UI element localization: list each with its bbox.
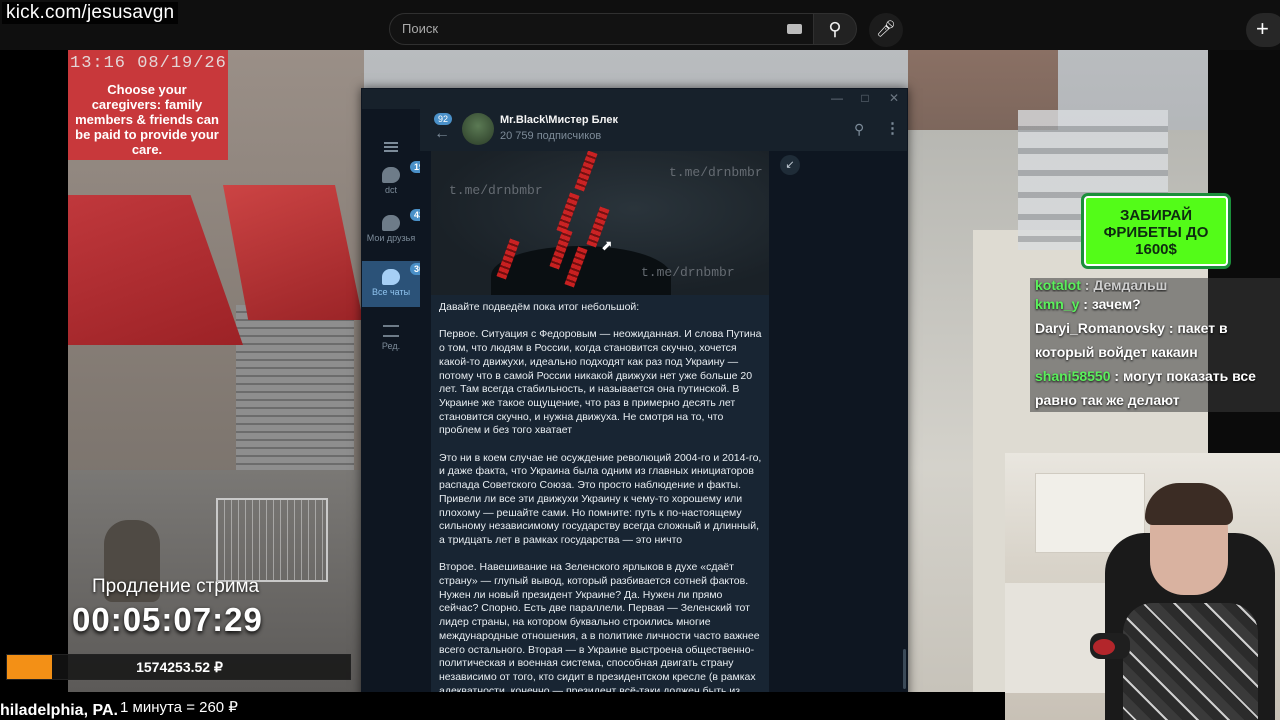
stream-timer: 00:05:07:29 (72, 601, 263, 638)
search-icon[interactable]: ⚲ (854, 121, 864, 138)
plaid-shirt (1123, 603, 1258, 720)
map-marker (556, 192, 580, 234)
promo-text: ЗАБИРАЙ ФРИБЕТЫ ДО 1600$ (1103, 207, 1209, 258)
chat-message: Daryi_Romanovsky : пакет в который войде… (1030, 316, 1280, 364)
mouse-cursor-icon: ⬈ (601, 237, 613, 253)
channel-url-overlay: kick.com/jesusavgn (2, 2, 179, 24)
back-unread-badge: 92 (434, 113, 453, 125)
shopping-cart (216, 498, 328, 582)
post-paragraph: Давайте подведём пока итог небольшой: (439, 301, 640, 313)
folder-edit[interactable]: Ред. (362, 317, 420, 357)
chat-username: shani58550 (1035, 368, 1111, 384)
back-arrow-icon[interactable]: ← (434, 125, 450, 143)
rate-label: 1 минута = 260 ₽ (120, 699, 238, 716)
menu-icon[interactable] (384, 142, 398, 152)
map-watermark: t.me/drnbmbr (641, 265, 735, 280)
channel-avatar[interactable] (462, 113, 494, 145)
create-button[interactable]: + (1246, 13, 1280, 47)
keyboard-icon[interactable] (787, 24, 802, 34)
channel-header[interactable]: 92 ← Mr.Black\Мистер Блек 20 759 подписч… (420, 109, 907, 151)
post-text: Давайте подведём пока итог небольшой: Пе… (439, 301, 763, 720)
search-button[interactable]: ⚲ (813, 13, 857, 45)
folder-label: Все чаты (371, 287, 411, 297)
goal-amount: 1574253.52 ₽ (136, 659, 223, 675)
collapse-icon[interactable]: ↙ (780, 155, 800, 175)
close-icon[interactable]: ✕ (884, 91, 904, 105)
more-icon[interactable]: ⋮ (885, 119, 900, 137)
minimize-icon[interactable]: — (827, 91, 847, 105)
chat-message: shani58550 : могут показать все равно та… (1030, 364, 1280, 412)
chat-message: kmn_y : зачем? (1030, 292, 1280, 316)
search-icon: ⚲ (828, 19, 842, 39)
folders-sidebar: 193 dct 43 Мои друзья 363 Все чаты Ред. (362, 109, 434, 720)
chat-overlay: kotalot : Демдальш kmn_y : зачем? Daryi_… (1030, 278, 1280, 412)
streamer-hair (1145, 483, 1233, 525)
folder-label: dct (384, 185, 397, 195)
chat-username: kmn_y (1035, 296, 1080, 312)
promo-banner[interactable]: ЗАБИРАЙ ФРИБЕТЫ ДО 1600$ (1084, 196, 1228, 266)
channel-post[interactable]: t.me/drnbmbr t.me/drnbmbr t.me/drnbmbr ⬈… (431, 151, 769, 720)
telegram-window[interactable]: — □ ✕ 193 dct 43 Мои друзья 363 Все чаты… (361, 88, 908, 720)
post-paragraph: Это ни в коем случае не осуждение револю… (439, 451, 762, 546)
sliders-icon (383, 325, 399, 337)
left-letterbox (0, 50, 68, 720)
chat-bubble-icon: 43 (382, 209, 429, 231)
prolong-label: Продление стрима (92, 576, 260, 597)
microphone-icon: 🎤︎ (875, 21, 897, 38)
streamer-webcam (1005, 453, 1280, 720)
subscriber-count: 20 759 подписчиков (500, 130, 602, 142)
store-sign-text: Choose your caregivers: family members &… (75, 82, 219, 157)
map-watermark: t.me/drnbmbr (669, 165, 763, 180)
search-input[interactable]: Поиск (389, 13, 815, 45)
chat-username: kotalot (1035, 278, 1081, 292)
map-watermark: t.me/drnbmbr (449, 183, 543, 198)
folder-label: Мои друзья (366, 233, 416, 243)
donation-goal-bar: 1574253.52 ₽ (6, 654, 351, 680)
chat-message: kotalot : Демдальш (1030, 278, 1280, 292)
chats-icon: 363 (382, 263, 434, 285)
screen: Поиск ⚲ 🎤︎ + Choose your caregivers: fam… (0, 0, 1280, 720)
post-paragraph: Второе. Навешивание на Зеленского ярлыко… (439, 561, 760, 710)
post-map-image[interactable]: t.me/drnbmbr t.me/drnbmbr t.me/drnbmbr ⬈ (431, 151, 769, 295)
chat-bubble-icon: 193 (382, 161, 434, 183)
microphone-logo (1093, 639, 1115, 655)
folder-label: Ред. (381, 341, 401, 351)
folder-dct[interactable]: 193 dct (362, 161, 434, 205)
chat-text: Демдальш (1093, 278, 1168, 292)
camera-timestamp: 13:16 08/19/26 (70, 54, 227, 73)
roll-shutter (236, 305, 354, 495)
post-paragraph: Первое. Ситуация с Федоровым — неожиданн… (439, 328, 762, 437)
chat-username: Daryi_Romanovsky (1035, 320, 1165, 336)
channel-name: Mr.Black\Мистер Блек (500, 114, 618, 126)
folder-all-chats[interactable]: 363 Все чаты (362, 261, 434, 307)
voice-search-button[interactable]: 🎤︎ (869, 13, 903, 47)
search-placeholder: Поиск (402, 21, 439, 36)
location-label: hiladelphia, PA. (0, 702, 118, 719)
folder-friends[interactable]: 43 Мои друзья (362, 209, 429, 259)
window-titlebar[interactable]: — □ ✕ (362, 89, 907, 109)
browser-topbar: Поиск ⚲ 🎤︎ + (0, 0, 1280, 50)
scrollbar[interactable] (903, 649, 906, 689)
map-marker (574, 151, 598, 192)
chat-text: зачем? (1091, 296, 1141, 312)
maximize-icon[interactable]: □ (855, 91, 875, 105)
